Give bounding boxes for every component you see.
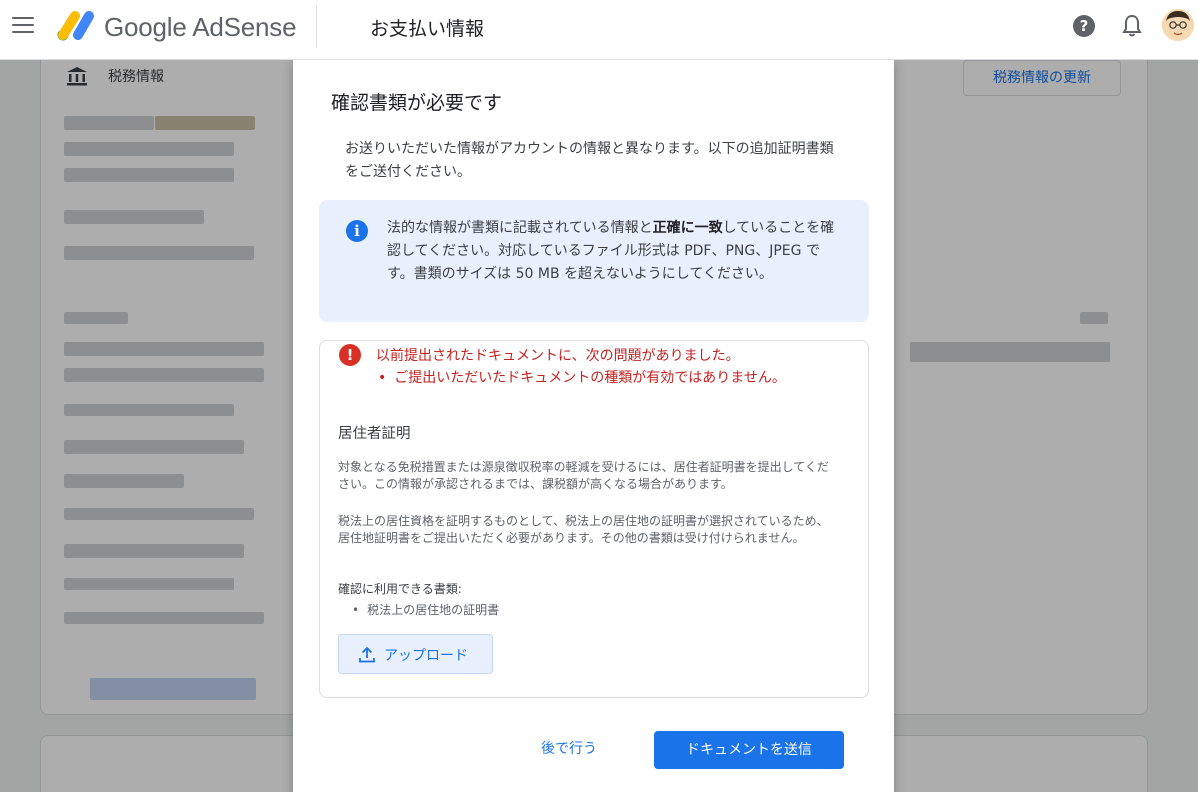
top-app-bar: Google AdSense お支払い情報 ? [0,0,1198,60]
section-paragraph: 対象となる免税措置または源泉徴収税率の軽減を受けるには、居住者証明書を提出してく… [338,460,829,491]
later-button[interactable]: 後で行う [519,730,619,768]
section-paragraph: 税法上の居住資格を証明するものとして、税法上の居住地の証明書が選択されているため… [338,514,829,545]
submit-document-button[interactable]: ドキュメントを送信 [654,731,844,769]
avatar[interactable] [1162,9,1194,41]
error-item: ご提出いただいたドキュメントの種類が有効ではありません。 [378,367,786,387]
upload-icon [359,646,375,663]
info-banner: i 法的な情報が書類に記載されている情報と正確に一致していることを確認してくださ… [319,200,869,322]
verification-dialog: 確認書類が必要です お送りいただいた情報がアカウントの情報と異なります。以下の追… [293,60,894,792]
upload-label: アップロード [384,648,468,664]
upload-button[interactable]: アップロード [338,634,493,674]
accepted-docs-item: 税法上の居住地の証明書 [352,601,499,618]
notifications-icon[interactable] [1121,14,1143,38]
residency-document-panel: ! 以前提出されたドキュメントに、次の問題がありました。 ご提出いただいたドキュ… [319,340,869,698]
dialog-title: 確認書類が必要です [331,92,503,114]
info-text: 法的な情報が書類に記載されている情報と正確に一致していることを確認してください。… [387,217,837,286]
app-name: Google AdSense [104,12,297,42]
adsense-logo-icon [57,11,94,41]
divider [316,6,317,48]
accepted-docs-label: 確認に利用できる書類: [338,582,462,596]
info-text-start: 法的な情報が書類に記載されている情報と [387,220,653,236]
menu-icon[interactable] [12,17,34,35]
info-icon: i [346,220,368,242]
dialog-description: お送りいただいた情報がアカウントの情報と異なります。以下の追加証明書類をご送付く… [345,141,834,180]
page-title: お支払い情報 [370,18,485,40]
info-text-bold: 正確に一致 [652,220,723,236]
error-title: 以前提出されたドキュメントに、次の問題がありました。 [376,348,740,364]
section-title: 居住者証明 [338,426,411,442]
help-icon[interactable]: ? [1073,15,1095,37]
error-icon: ! [339,344,361,366]
